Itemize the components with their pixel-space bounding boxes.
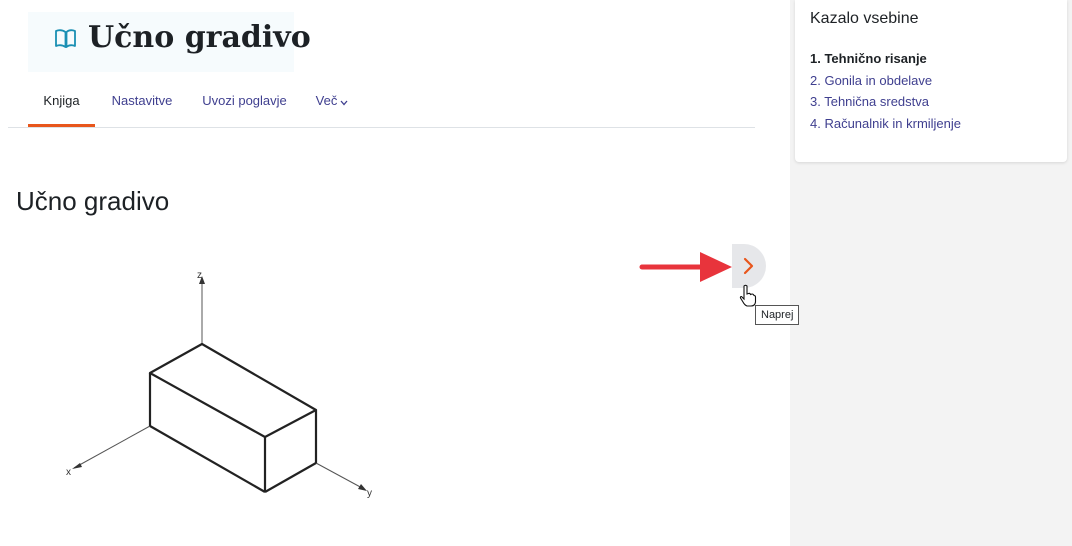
secondary-navigation: Knjiga Nastavitve Uvozi poglavje Več (8, 80, 755, 128)
isometric-box-drawing: z x y (66, 270, 372, 499)
axis-label-z: z (197, 270, 202, 281)
axis-label-x: x (66, 467, 71, 478)
tab-uvozi-poglavje[interactable]: Uvozi poglavje (192, 80, 297, 127)
toc-heading: Kazalo vsebine (810, 10, 919, 27)
axis-label-y: y (367, 488, 372, 499)
next-page-button[interactable] (732, 244, 766, 288)
tab-vec[interactable]: Več (308, 80, 356, 127)
chevron-right-icon (743, 257, 754, 275)
next-button-tooltip: Naprej (755, 305, 800, 325)
toc-item-tehnicno-risanje[interactable]: 1. Tehnično risanje (810, 48, 961, 70)
page-title: Učno gradivo (88, 20, 311, 55)
chevron-down-icon (340, 81, 348, 123)
book-open-icon (54, 28, 78, 55)
toc-item-racunalnik-in-krmiljenje[interactable]: 4. Računalnik in krmiljenje (810, 113, 961, 135)
toc-item-tehnicna-sredstva[interactable]: 3. Tehnična sredstva (810, 91, 961, 113)
page-header: Učno gradivo (28, 12, 311, 72)
toc-list: 1. Tehnično risanje 2. Gonila in obdelav… (810, 48, 961, 134)
table-of-contents: Kazalo vsebine 1. Tehnično risanje 2. Go… (795, 0, 1067, 162)
toc-item-gonila-in-obdelave[interactable]: 2. Gonila in obdelave (810, 70, 961, 92)
content-heading: Učno gradivo (16, 186, 170, 216)
tab-knjiga[interactable]: Knjiga (28, 80, 95, 127)
active-tab-indicator (28, 124, 95, 127)
annotation-arrow-icon (639, 252, 732, 282)
tab-nastavitve[interactable]: Nastavitve (102, 80, 182, 127)
